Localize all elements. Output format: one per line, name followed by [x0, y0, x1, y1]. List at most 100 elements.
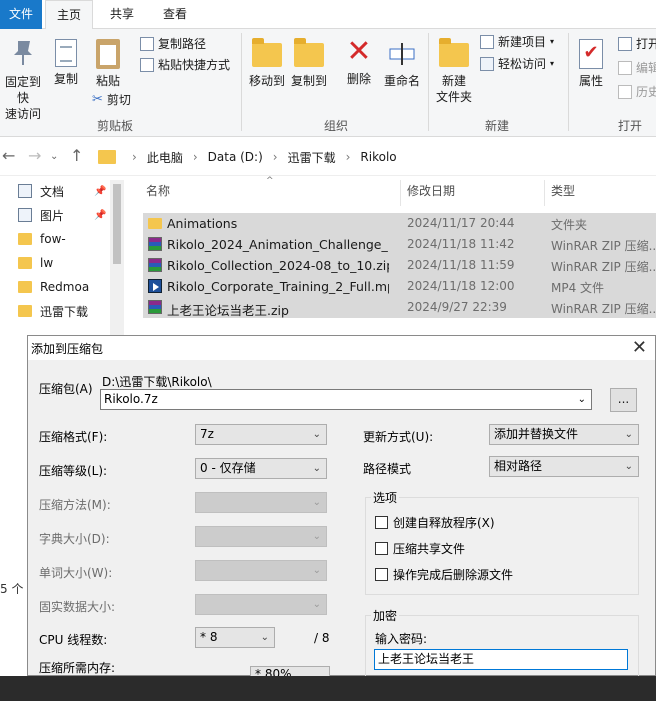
column-divider[interactable] — [544, 180, 545, 206]
chevron-down-icon[interactable]: ⌄ — [578, 390, 586, 409]
copy-to-button[interactable]: 复制到 — [289, 37, 329, 89]
column-header-name[interactable]: 名称 — [146, 182, 170, 199]
nav-item-pictures[interactable]: 图片 — [18, 204, 64, 226]
delete-after-checkbox[interactable]: 操作完成后删除源文件 — [375, 566, 513, 583]
move-to-button[interactable]: 移动到 — [247, 37, 287, 89]
chevron-down-icon: ⌄ — [624, 461, 633, 472]
group-separator — [568, 33, 569, 131]
threads-select[interactable]: * 8 ⌄ — [195, 627, 275, 648]
file-type: 文件夹 — [551, 218, 588, 232]
shared-files-checkbox[interactable]: 压缩共享文件 — [375, 540, 465, 557]
breadcrumb[interactable]: › 此电脑 › Data (D:) › 迅雷下载 › Rikolo — [92, 144, 656, 170]
easy-access-button[interactable]: 轻松访问 ▾ — [480, 55, 554, 73]
scrollbar-thumb[interactable] — [113, 184, 121, 264]
file-type: WinRAR ZIP 压缩... — [551, 302, 656, 316]
breadcrumb-item[interactable]: Data (D:) — [208, 150, 263, 164]
method-select[interactable]: ⌄ — [195, 492, 327, 513]
file-row[interactable]: Rikolo_2024_Animation_Challenge_1-... 20… — [143, 234, 656, 255]
nav-item-documents[interactable]: 文档 — [18, 180, 64, 202]
update-mode-select[interactable]: 添加并替换文件 ⌄ — [489, 424, 639, 445]
copy-button[interactable]: 复制 — [48, 37, 84, 87]
cut-button[interactable]: ✂ 剪切 — [92, 91, 131, 109]
nav-item-fow[interactable]: fow- — [18, 228, 66, 250]
tab-share[interactable]: 共享 — [100, 0, 144, 29]
sfx-checkbox[interactable]: 创建自释放程序(X) — [375, 514, 495, 531]
checkbox-box[interactable] — [375, 516, 388, 529]
paste-shortcut-button[interactable]: 粘贴快捷方式 — [140, 56, 230, 74]
new-folder-icon — [439, 38, 469, 67]
browse-button[interactable]: ... — [610, 388, 637, 412]
solid-size-select[interactable]: ⌄ — [195, 594, 327, 615]
cut-label: 剪切 — [106, 93, 131, 107]
column-header-date[interactable]: 修改日期 — [407, 182, 455, 199]
format-select[interactable]: 7z ⌄ — [195, 424, 327, 445]
nav-item-redmoa[interactable]: Redmoa — [18, 276, 89, 298]
threads-label: CPU 线程数: — [39, 633, 108, 647]
tab-home[interactable]: 主页 — [45, 0, 93, 30]
open-button[interactable]: 打开 — [618, 35, 656, 53]
new-folder-button[interactable]: 新建 文件夹 — [433, 37, 475, 105]
copy-folder-icon — [294, 38, 324, 67]
rename-button[interactable]: 重命名 — [381, 37, 423, 89]
file-row[interactable]: Rikolo_Corporate_Training_2_Full.mp4 202… — [143, 276, 656, 297]
delete-x-icon: ✕ — [346, 34, 372, 69]
dialog-titlebar[interactable]: 添加到压缩包 ✕ — [28, 336, 655, 360]
copy-path-button[interactable]: 复制路径 — [140, 35, 206, 53]
new-item-button[interactable]: 新建项目 ▾ — [480, 33, 554, 51]
file-row[interactable]: 上老王论坛当老王.zip 2024/9/27 22:39 WinRAR ZIP … — [143, 297, 656, 318]
tab-file[interactable]: 文件 — [0, 0, 42, 29]
chevron-down-icon: ⌄ — [312, 599, 321, 610]
memory-label: 压缩所需内存: — [39, 661, 116, 675]
sfx-label: 创建自释放程序(X) — [393, 516, 495, 530]
file-row[interactable]: Animations 2024/11/17 20:44 文件夹 — [143, 213, 656, 234]
nav-scrollbar[interactable] — [110, 180, 124, 340]
delete-button[interactable]: ✕ 删除 — [340, 35, 378, 87]
column-divider[interactable] — [400, 180, 401, 206]
add-to-archive-dialog: 添加到压缩包 ✕ 压缩包(A) D:\迅雷下载\Rikolo\ Rikolo.7… — [27, 335, 656, 685]
history-button[interactable]: 历史 — [618, 83, 656, 101]
taskbar — [0, 676, 656, 701]
nav-item-xunlei[interactable]: 迅雷下载 — [18, 300, 88, 322]
level-select[interactable]: 0 - 仅存储 ⌄ — [195, 458, 327, 479]
word-size-select[interactable]: ⌄ — [195, 560, 327, 581]
file-type: WinRAR ZIP 压缩... — [551, 260, 656, 274]
back-arrow-icon[interactable]: ← — [2, 146, 15, 165]
file-date: 2024/11/18 11:59 — [407, 258, 515, 272]
paste-shortcut-icon — [140, 58, 154, 72]
folder-icon — [148, 218, 162, 229]
rar-icon — [148, 258, 162, 272]
properties-button[interactable]: ✔ 属性 — [574, 37, 608, 89]
rar-icon — [148, 237, 162, 251]
checkbox-box[interactable] — [375, 542, 388, 555]
level-value: 0 - 仅存储 — [200, 461, 256, 475]
breadcrumb-item[interactable]: 此电脑 — [147, 149, 183, 166]
chevron-down-icon[interactable]: ⌄ — [50, 151, 58, 162]
chevron-down-icon: ▾ — [550, 37, 555, 46]
file-row[interactable]: Rikolo_Collection_2024-08_to_10.zip 2024… — [143, 255, 656, 276]
nav-item-label: 图片 — [40, 208, 65, 223]
new-item-icon — [480, 35, 494, 49]
path-mode-select[interactable]: 相对路径 ⌄ — [489, 456, 639, 477]
forward-arrow-icon[interactable]: → — [28, 146, 41, 165]
close-icon[interactable]: ✕ — [632, 337, 647, 359]
nav-item-lw[interactable]: lw — [18, 252, 53, 274]
group-separator — [428, 33, 429, 131]
new-folder-label-2: 文件夹 — [435, 90, 472, 104]
options-title: 选项 — [371, 489, 400, 506]
password-input[interactable]: 上老王论坛当老王 — [374, 649, 628, 670]
nav-item-label: Redmoa — [40, 280, 90, 294]
checkbox-box[interactable] — [375, 568, 388, 581]
archive-label: 压缩包(A) — [39, 382, 93, 396]
folder-icon — [18, 257, 32, 269]
dictionary-select[interactable]: ⌄ — [195, 526, 327, 547]
paste-button[interactable]: 粘贴 — [88, 37, 128, 89]
group-label-clipboard: 剪贴板 — [96, 119, 133, 133]
archive-name-input[interactable]: Rikolo.7z ⌄ — [100, 389, 592, 410]
pin-quick-access-button[interactable]: 固定到快 速访问 — [0, 37, 46, 122]
column-header-type[interactable]: 类型 — [551, 182, 575, 199]
up-arrow-icon[interactable]: ↑ — [70, 146, 83, 165]
breadcrumb-item[interactable]: 迅雷下载 — [288, 149, 336, 166]
edit-button[interactable]: 编辑 — [618, 59, 656, 77]
tab-view[interactable]: 查看 — [152, 0, 198, 29]
breadcrumb-item[interactable]: Rikolo — [360, 150, 396, 164]
